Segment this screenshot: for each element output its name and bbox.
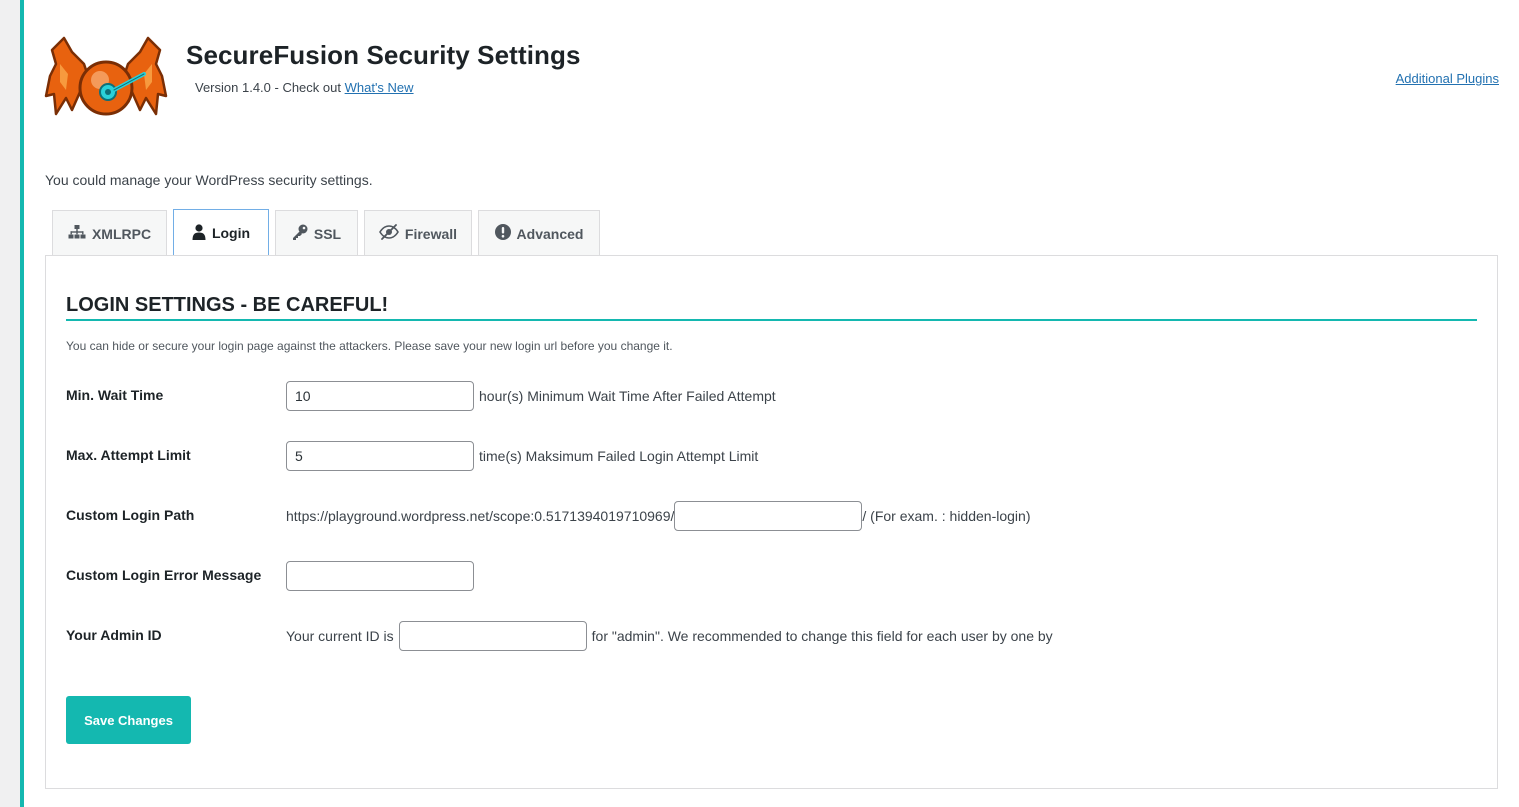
- key-icon: [292, 224, 308, 243]
- login-settings-panel: LOGIN SETTINGS - BE CAREFUL! You can hid…: [45, 255, 1498, 789]
- admin-id-row: Your Admin ID Your current ID is for "ad…: [66, 621, 1466, 651]
- min-wait-row: Min. Wait Time hour(s) Minimum Wait Time…: [66, 381, 1466, 411]
- admin-id-input[interactable]: [398, 621, 587, 651]
- tab-label: Advanced: [516, 225, 584, 242]
- additional-plugins: Additional Plugins: [1396, 71, 1499, 86]
- admin-id-label: Your Admin ID: [66, 627, 162, 643]
- intro-text: You could manage your WordPress security…: [45, 172, 373, 188]
- login-path-label: Custom Login Path: [66, 507, 195, 523]
- tab-xmlrpc[interactable]: XMLRPC: [52, 210, 167, 256]
- tab-label: Firewall: [404, 225, 458, 242]
- login-path-suffix: / (For exam. : hidden-login): [862, 508, 1031, 524]
- min-wait-label: Min. Wait Time: [66, 387, 164, 403]
- user-icon: [192, 223, 206, 243]
- save-changes-button[interactable]: Save Changes: [66, 696, 191, 744]
- page-title: SecureFusion Security Settings: [186, 40, 581, 70]
- max-attempt-label: Max. Attempt Limit: [66, 447, 191, 463]
- min-wait-field: hour(s) Minimum Wait Time After Failed A…: [286, 381, 776, 411]
- max-attempt-suffix: time(s) Maksimum Failed Login Attempt Li…: [479, 448, 759, 464]
- securefusion-logo: [44, 34, 168, 120]
- version-text: Version 1.4.0 - Check out: [195, 80, 341, 95]
- exclamation-circle-icon: [494, 224, 511, 243]
- tab-bar: XMLRPC Login SSL Firewall Advanced: [52, 209, 600, 257]
- error-message-input[interactable]: [286, 561, 474, 591]
- panel-description: You can hide or secure your login page a…: [66, 339, 673, 353]
- settings-page: SecureFusion Security Settings Version 1…: [20, 0, 1519, 807]
- tab-label: SSL: [313, 225, 342, 242]
- tab-firewall[interactable]: Firewall: [364, 210, 472, 256]
- version-line: Version 1.4.0 - Check out What's New: [195, 80, 414, 95]
- sitemap-icon: [68, 225, 86, 242]
- tab-label: Login: [211, 225, 251, 241]
- login-path-field: https://playground.wordpress.net/scope:0…: [286, 501, 1030, 531]
- max-attempt-input[interactable]: [286, 441, 474, 471]
- title-divider: [66, 319, 1477, 321]
- login-path-prefix: https://playground.wordpress.net/scope:0…: [286, 508, 675, 524]
- max-attempt-field: time(s) Maksimum Failed Login Attempt Li…: [286, 441, 758, 471]
- admin-id-field: Your current ID is for "admin". We recom…: [286, 621, 1053, 651]
- error-message-row: Custom Login Error Message: [66, 561, 1466, 591]
- tab-label: XMLRPC: [91, 225, 152, 242]
- panel-title: LOGIN SETTINGS - BE CAREFUL!: [66, 294, 389, 316]
- error-message-label: Custom Login Error Message: [66, 567, 262, 583]
- whats-new-link[interactable]: What's New: [345, 80, 414, 95]
- additional-plugins-link[interactable]: Additional Plugins: [1396, 71, 1499, 86]
- login-path-input[interactable]: [674, 501, 863, 531]
- min-wait-input[interactable]: [286, 381, 474, 411]
- min-wait-suffix: hour(s) Minimum Wait Time After Failed A…: [479, 388, 776, 404]
- login-path-row: Custom Login Path https://playground.wor…: [66, 501, 1466, 531]
- error-message-field: [286, 561, 474, 591]
- tab-ssl[interactable]: SSL: [275, 210, 358, 256]
- tab-login[interactable]: Login: [173, 209, 269, 257]
- tab-advanced[interactable]: Advanced: [478, 210, 600, 256]
- eye-slash-icon: [378, 224, 399, 243]
- admin-id-suffix: for "admin". We recommended to change th…: [591, 628, 1053, 644]
- admin-id-prefix: Your current ID is: [286, 628, 394, 644]
- max-attempt-row: Max. Attempt Limit time(s) Maksimum Fail…: [66, 441, 1466, 471]
